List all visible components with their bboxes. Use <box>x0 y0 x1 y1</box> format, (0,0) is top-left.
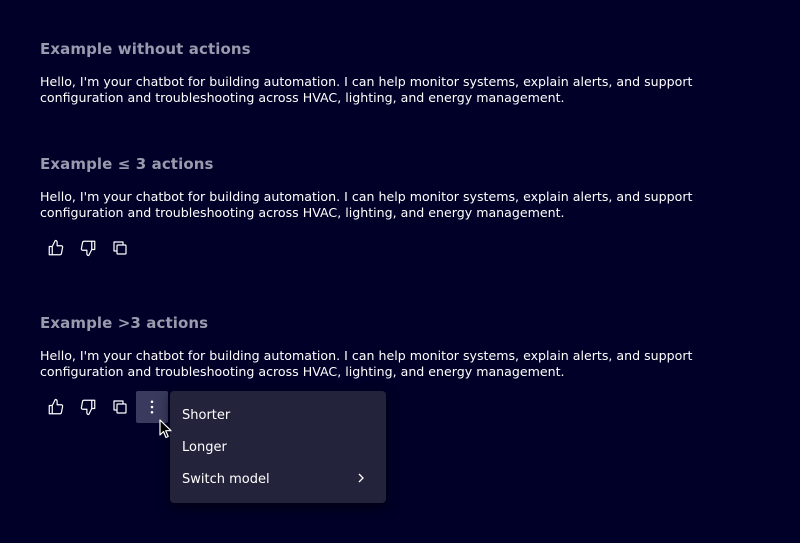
section-more-actions: Example >3 actions Hello, I'm your chatb… <box>40 314 770 380</box>
menu-item-longer[interactable]: Longer <box>170 431 386 463</box>
thumbs-up-icon <box>48 398 64 415</box>
copy-button[interactable] <box>104 391 136 423</box>
thumbs-down-button[interactable] <box>72 391 104 423</box>
menu-item-label: Shorter <box>182 407 231 423</box>
thumbs-down-icon <box>80 399 96 416</box>
chat-message: Hello, I'm your chatbot for building aut… <box>40 189 693 220</box>
chat-message: Hello, I'm your chatbot for building aut… <box>40 348 693 379</box>
mouse-cursor-icon <box>159 419 172 439</box>
thumbs-down-button[interactable] <box>72 232 104 264</box>
section-title: Example >3 actions <box>40 314 209 332</box>
thumbs-up-button[interactable] <box>40 232 72 264</box>
copy-icon <box>113 400 127 414</box>
section-three-actions: Example ≤ 3 actions Hello, I'm your chat… <box>40 155 770 221</box>
menu-item-switch-model[interactable]: Switch model <box>170 463 386 495</box>
section-title: Example ≤ 3 actions <box>40 155 214 173</box>
thumbs-down-icon <box>80 240 96 257</box>
chevron-right-icon <box>356 472 366 487</box>
menu-item-label: Switch model <box>182 471 270 487</box>
copy-button[interactable] <box>104 232 136 264</box>
thumbs-up-button[interactable] <box>40 391 72 423</box>
menu-item-shorter[interactable]: Shorter <box>170 399 386 431</box>
message-actions <box>40 232 136 264</box>
more-vertical-icon <box>150 400 154 414</box>
more-actions-menu: Shorter Longer Switch model <box>170 391 386 503</box>
message-actions <box>40 391 168 423</box>
chat-message: Hello, I'm your chatbot for building aut… <box>40 74 693 105</box>
menu-item-label: Longer <box>182 439 227 455</box>
section-without-actions: Example without actions Hello, I'm your … <box>40 40 770 106</box>
chat-examples-page: Example without actions Hello, I'm your … <box>0 0 800 543</box>
section-title: Example without actions <box>40 40 251 58</box>
thumbs-up-icon <box>48 239 64 256</box>
copy-icon <box>113 241 127 255</box>
